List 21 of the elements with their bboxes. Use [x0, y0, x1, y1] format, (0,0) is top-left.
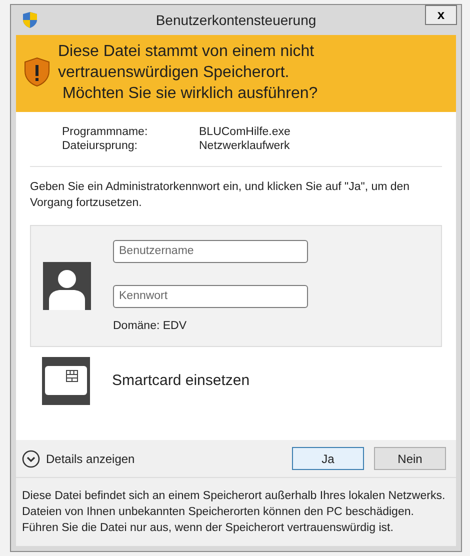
- dialog-button[interactable]: Nein: [374, 447, 446, 470]
- smartcard-option[interactable]: Smartcard einsetzen: [112, 372, 250, 390]
- details-toggle[interactable]: Details anzeigen: [22, 450, 292, 468]
- domain-label: Domäne: EDV: [113, 320, 188, 332]
- user-avatar-icon: [43, 262, 91, 310]
- warning-message: Diese Datei stammt von einem nicht vertrauenswürdigen Speicherort. Möchten Sie sie wirklich ausführen?: [58, 42, 318, 104]
- password-field[interactable]: Kennwort: [113, 284, 308, 308]
- shield-icon: [22, 11, 38, 29]
- window-title: Benutzerkontensteuerung: [156, 12, 316, 28]
- username-field[interactable]: Benutzername: [113, 240, 308, 263]
- notice-text: Diese Datei befindet sich an einem Speicherort außerhalb Ihres lokalen Netzwerks. Dateien von Ihnen unbekannten Speicherorten können den PC beschädigen. Führen Sie die Datei nur aus, wenn der Speicherort vertrauenswürdig ist.: [16, 478, 456, 546]
- info-value: Netzwerklaufwerk: [199, 140, 291, 152]
- smartcard-icon[interactable]: [42, 356, 90, 405]
- instruction-text: Geben Sie ein Administratorkennwort ein, und klicken Sie auf "Ja", um den Vorgang fortzusetzen.: [30, 180, 411, 211]
- info-value: BLUComHilfe.exe: [199, 126, 292, 138]
- dialog-button[interactable]: Ja: [292, 447, 364, 470]
- close-button[interactable]: x: [425, 5, 457, 25]
- warning-shield-icon: [24, 57, 50, 88]
- info-label: Programmname:: [62, 126, 149, 138]
- info-label: Dateiursprung:: [62, 140, 138, 152]
- chevron-icon: [22, 450, 40, 468]
